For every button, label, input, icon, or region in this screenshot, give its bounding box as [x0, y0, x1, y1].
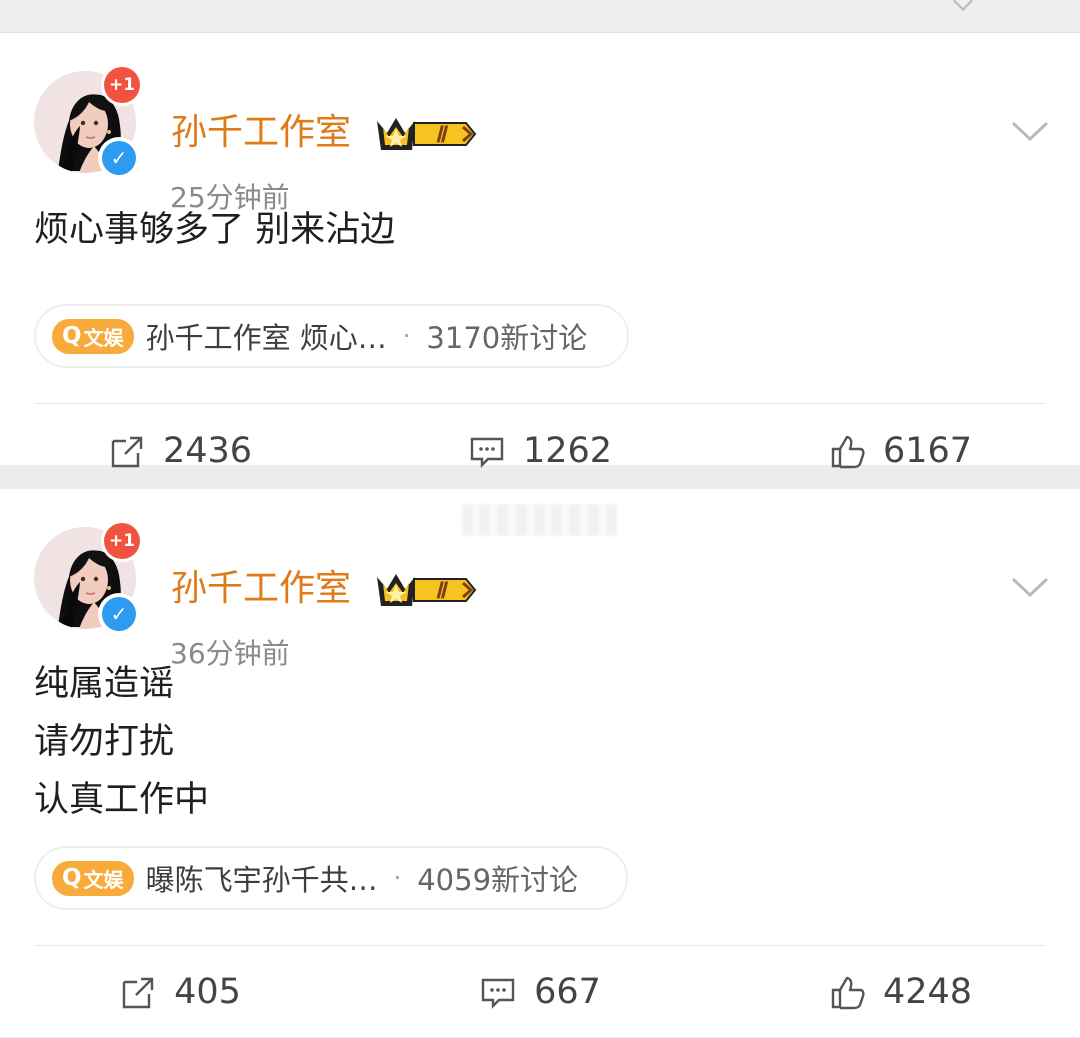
post-content-line: 烦心事够多了 别来沾边 [34, 210, 396, 250]
post-actions: 2436 1262 6167 [0, 405, 1080, 497]
like-count: 4248 [882, 972, 973, 1012]
post-content-line: 纯属造谣 [34, 664, 175, 704]
blurred-overlay [462, 504, 617, 536]
verified-icon: ✓ [102, 597, 136, 631]
post-content-line: 认真工作中 [34, 780, 210, 820]
topic-link[interactable]: Q 文娱 孙千工作室 烦心… · 3170新讨论 [34, 304, 629, 368]
like-icon [831, 435, 865, 469]
repost-button[interactable]: 2436 [0, 431, 360, 471]
partial-chevron-icon [953, 0, 973, 11]
like-count: 6167 [882, 431, 973, 471]
like-button[interactable]: 6167 [720, 431, 1080, 471]
crown-icon[interactable]: Ⅱ [374, 570, 478, 614]
weibo-post-card[interactable]: +1 ✓ 孙千工作室 Ⅱ 36分钟前 纯属造谣 请勿打扰 认真工作中 Q 文娱 曝… [0, 489, 1080, 1037]
comment-button[interactable]: 667 [360, 972, 720, 1012]
post-divider [34, 403, 1046, 404]
post-actions: 405 667 4248 [0, 946, 1080, 1038]
chevron-down-icon[interactable] [1012, 576, 1048, 600]
topic-tag: Q 文娱 [52, 860, 134, 896]
comment-icon [470, 437, 504, 468]
username-link[interactable]: 孙千工作室 [171, 567, 351, 611]
search-icon: Q [62, 322, 82, 349]
topic-discussion-count: 3170新讨论 [426, 321, 588, 355]
new-post-badge: +1 [104, 67, 140, 103]
repost-button[interactable]: 405 [0, 972, 360, 1012]
search-icon: Q [62, 864, 82, 891]
weibo-post-card[interactable]: +1 ✓ 孙千工作室 Ⅱ 25分钟前 烦心事够多了 别来沾边 Q 文娱 孙千工作室… [0, 33, 1080, 471]
like-icon [831, 976, 865, 1010]
new-post-badge: +1 [104, 523, 140, 559]
comment-count: 667 [534, 972, 601, 1012]
crown-icon[interactable]: Ⅱ [374, 114, 478, 158]
topic-link[interactable]: Q 文娱 曝陈飞宇孙千共… · 4059新讨论 [34, 846, 628, 910]
topic-separator: · [393, 864, 402, 892]
comment-icon [481, 978, 515, 1009]
post-content: 纯属造谣 请勿打扰 认真工作中 [34, 655, 209, 829]
repost-count: 2436 [162, 431, 253, 471]
topic-title: 曝陈飞宇孙千共… [145, 863, 378, 897]
topic-tag: Q 文娱 [52, 318, 134, 354]
verified-icon: ✓ [102, 141, 136, 175]
like-button[interactable]: 4248 [720, 972, 1080, 1012]
topic-separator: · [402, 322, 411, 350]
post-content: 烦心事够多了 别来沾边 [34, 201, 395, 259]
username-link[interactable]: 孙千工作室 [171, 111, 351, 155]
repost-count: 405 [174, 972, 241, 1012]
repost-icon [122, 977, 154, 1009]
chevron-down-icon[interactable] [1012, 120, 1048, 144]
post-content-line: 请勿打扰 [34, 722, 175, 762]
top-feed-gap [0, 0, 1080, 33]
comment-count: 1262 [522, 431, 613, 471]
comment-button[interactable]: 1262 [360, 431, 720, 471]
topic-discussion-count: 4059新讨论 [417, 863, 579, 897]
topic-title: 孙千工作室 烦心… [145, 321, 387, 355]
repost-icon [111, 436, 143, 468]
